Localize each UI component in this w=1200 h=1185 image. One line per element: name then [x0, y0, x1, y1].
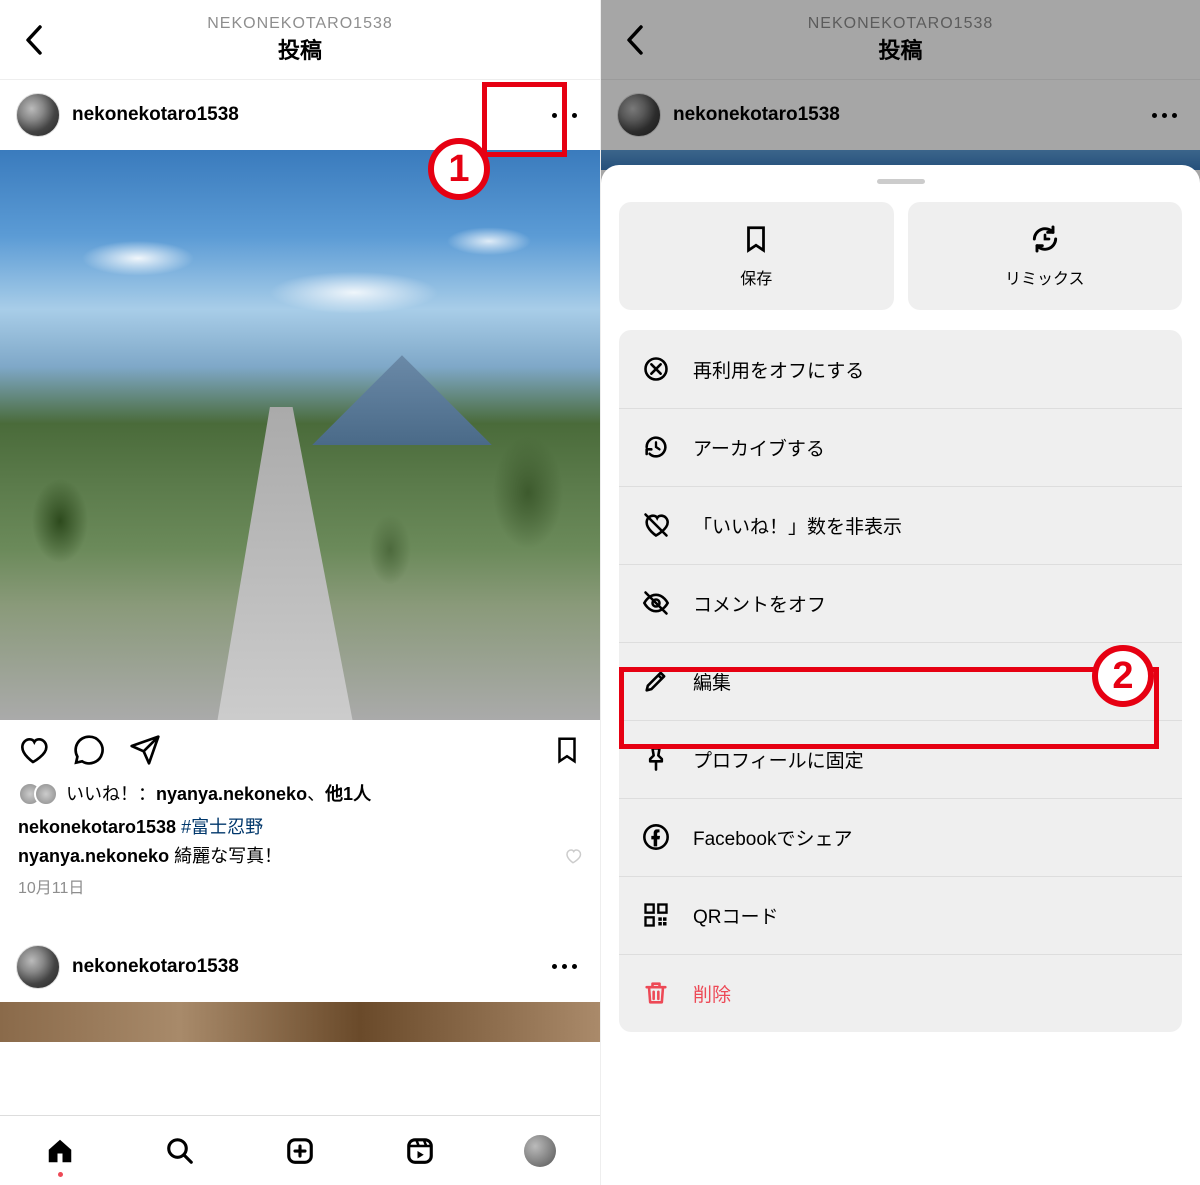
- nav-create[interactable]: [282, 1133, 318, 1169]
- history-icon: [641, 432, 671, 462]
- comment-username[interactable]: nyanya.nekoneko: [18, 846, 169, 866]
- screen-left: NEKONEKOTARO1538 投稿 nekonekotaro1538: [0, 0, 600, 1185]
- send-icon: [129, 734, 161, 766]
- post-action-bar: [0, 720, 600, 780]
- likes-suffix: 、: [307, 784, 325, 804]
- post-caption-area: いいね！：nyanya.nekoneko、他1人 nekonekotaro153…: [0, 780, 600, 902]
- ellipsis-icon: [552, 964, 577, 969]
- comment-row: nyanya.nekoneko 綺麗な写真！: [18, 842, 582, 871]
- comment-text: 綺麗な写真！: [169, 846, 282, 866]
- likes-user: nyanya.nekoneko: [156, 784, 307, 804]
- menu-archive[interactable]: アーカイブする: [619, 408, 1182, 486]
- comment-like-button[interactable]: [564, 847, 582, 865]
- menu-reuse-off[interactable]: 再利用をオフにする: [619, 330, 1182, 408]
- heart-off-icon: [641, 510, 671, 540]
- chevron-left-icon: [25, 25, 43, 55]
- menu-fb-share[interactable]: Facebookでシェア: [619, 798, 1182, 876]
- reels-icon: [405, 1136, 435, 1166]
- menu-label: アーカイブする: [693, 434, 825, 461]
- home-icon: [45, 1136, 75, 1166]
- header: NEKONEKOTARO1538 投稿: [0, 0, 600, 80]
- pencil-icon: [641, 666, 671, 696]
- avatar[interactable]: [16, 93, 60, 137]
- comment-button[interactable]: [72, 733, 106, 767]
- menu-label: 再利用をオフにする: [693, 356, 864, 383]
- avatar[interactable]: [16, 945, 60, 989]
- menu-hide-likes[interactable]: 「いいね！」数を非表示: [619, 486, 1182, 564]
- heart-outline-icon: [564, 847, 582, 865]
- second-post: nekonekotaro1538: [0, 932, 600, 1042]
- header-subtitle: NEKONEKOTARO1538: [207, 15, 393, 33]
- heart-icon: [17, 734, 49, 766]
- profile-avatar-icon: [524, 1135, 556, 1167]
- likes-others: 他1人: [325, 784, 371, 804]
- menu-qr[interactable]: QRコード: [619, 876, 1182, 954]
- menu-label: 編集: [693, 668, 731, 695]
- menu-pin[interactable]: プロフィールに固定: [619, 720, 1182, 798]
- post-photo[interactable]: [0, 150, 600, 720]
- facebook-icon: [641, 822, 671, 852]
- more-options-button[interactable]: [544, 95, 584, 135]
- nav-reels[interactable]: [402, 1133, 438, 1169]
- header-title: 投稿: [207, 33, 393, 65]
- menu-label: 削除: [693, 980, 731, 1007]
- sheet-grabber[interactable]: [877, 179, 925, 184]
- author-username[interactable]: nekonekotaro1538: [72, 104, 532, 126]
- menu-label: Facebookでシェア: [693, 824, 852, 851]
- likes-row[interactable]: いいね！：nyanya.nekoneko、他1人: [18, 780, 582, 809]
- remix-label: リミックス: [1005, 265, 1085, 289]
- post-date: 10月11日: [18, 876, 582, 902]
- qr-icon: [641, 900, 671, 930]
- share-button[interactable]: [128, 733, 162, 767]
- more-options-button[interactable]: [544, 947, 584, 987]
- nav-search[interactable]: [162, 1133, 198, 1169]
- trash-icon: [641, 978, 671, 1008]
- bookmark-icon: [741, 223, 771, 255]
- bottom-nav: [0, 1115, 600, 1185]
- menu-label: QRコード: [693, 902, 779, 929]
- menu-label: 「いいね！」数を非表示: [693, 512, 902, 539]
- likes-prefix: いいね！：: [66, 784, 156, 804]
- back-button[interactable]: [12, 18, 56, 62]
- annotation-badge-1: 1: [428, 138, 490, 200]
- save-card[interactable]: 保存: [619, 202, 894, 310]
- menu-label: コメントをオフ: [693, 590, 826, 617]
- menu-label: プロフィールに固定: [693, 746, 864, 773]
- caption-hashtag[interactable]: #富士忍野: [181, 817, 263, 837]
- ellipsis-icon: [552, 113, 577, 118]
- circle-x-icon: [641, 354, 671, 384]
- save-label: 保存: [740, 265, 772, 289]
- liker-avatars: [18, 782, 58, 806]
- plus-square-icon: [285, 1136, 315, 1166]
- like-button[interactable]: [16, 733, 50, 767]
- post-author-row: nekonekotaro1538: [0, 932, 600, 1002]
- menu-comments-off[interactable]: コメントをオフ: [619, 564, 1182, 642]
- bookmark-icon: [552, 734, 582, 766]
- search-icon: [165, 1136, 195, 1166]
- nav-home[interactable]: [42, 1133, 78, 1169]
- caption-username[interactable]: nekonekotaro1538: [18, 817, 176, 837]
- annotation-badge-2: 2: [1092, 645, 1154, 707]
- menu-delete[interactable]: 削除: [619, 954, 1182, 1032]
- nav-profile[interactable]: [522, 1133, 558, 1169]
- comment-icon: [73, 734, 105, 766]
- notification-dot: [58, 1172, 63, 1177]
- remix-card[interactable]: リミックス: [908, 202, 1183, 310]
- caption-line: nekonekotaro1538 #富士忍野: [18, 813, 582, 842]
- author-username[interactable]: nekonekotaro1538: [72, 956, 532, 978]
- screen-right: NEKONEKOTARO1538 投稿 nekonekotaro1538 保存 …: [600, 0, 1200, 1185]
- post-author-row: nekonekotaro1538: [0, 80, 600, 150]
- eye-off-icon: [641, 588, 671, 618]
- pin-icon: [641, 744, 671, 774]
- remix-icon: [1029, 223, 1061, 255]
- post-photo[interactable]: [0, 1002, 600, 1042]
- bookmark-button[interactable]: [550, 733, 584, 767]
